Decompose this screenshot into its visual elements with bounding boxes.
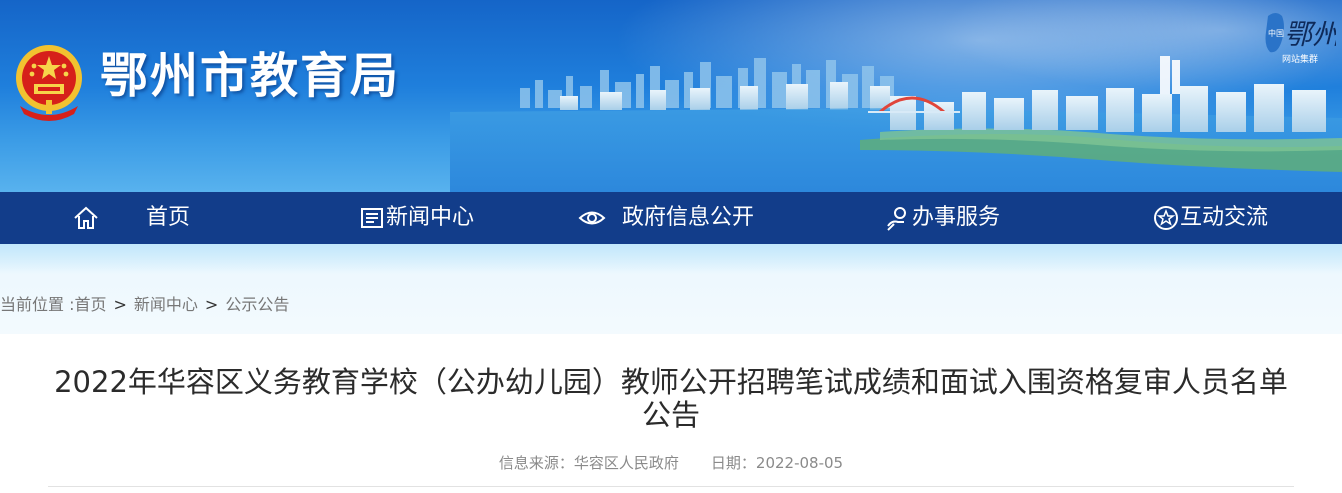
divider bbox=[48, 486, 1294, 487]
breadcrumb-separator: > bbox=[204, 295, 219, 314]
header-banner: 鄂州市教育局 中国 鄂州 网站集群 bbox=[0, 0, 1342, 192]
nav-label-interaction: 互动交流 bbox=[1180, 205, 1269, 230]
home-icon bbox=[74, 206, 98, 229]
national-emblem-logo bbox=[16, 45, 82, 121]
article-title: 2022年华容区义务教育学校（公办幼儿园）教师公开招聘笔试成绩和面试入围资格复审… bbox=[54, 365, 1288, 432]
newspaper-icon bbox=[361, 208, 383, 228]
source-label: 信息来源： bbox=[498, 454, 574, 472]
service-icon bbox=[887, 207, 906, 231]
corner-logo-text: 鄂州 bbox=[1284, 18, 1336, 51]
breadcrumb-home-link[interactable]: 首页 bbox=[74, 295, 106, 314]
corner-logo-sub-text: 网站集群 bbox=[1282, 53, 1318, 65]
ezhou-site-group-logo[interactable]: 中国 鄂州 网站集群 bbox=[1262, 6, 1336, 66]
breadcrumb-news-link[interactable]: 新闻中心 bbox=[134, 295, 198, 314]
nav-label-services: 办事服务 bbox=[912, 205, 1001, 230]
source-value: 华容区人民政府 bbox=[573, 454, 679, 472]
date-value: 2022-08-05 bbox=[755, 454, 844, 472]
nav-item-interaction[interactable]: 互动交流 bbox=[1152, 192, 1268, 244]
eye-icon bbox=[578, 211, 606, 225]
date-label: 日期： bbox=[710, 454, 756, 472]
breadcrumb: 当前位置 :首页 > 新闻中心 > 公示公告 bbox=[0, 294, 289, 316]
nav-item-news[interactable]: 新闻中心 bbox=[358, 192, 474, 244]
nav-label-home: 首页 bbox=[146, 205, 191, 230]
breadcrumb-separator: > bbox=[113, 295, 127, 314]
band-wave-decoration bbox=[0, 244, 1342, 274]
article-meta: 信息来源：华容区人民政府 日期：2022-08-05 bbox=[0, 453, 1342, 473]
main-nav: 首页 新闻中心 政府信息公开 办事服务 互动交流 bbox=[0, 192, 1342, 244]
nav-item-gov-info[interactable]: 政府信息公开 bbox=[576, 192, 754, 244]
nav-label-gov-info: 政府信息公开 bbox=[622, 205, 755, 230]
nav-item-services[interactable]: 办事服务 bbox=[884, 192, 1000, 244]
breadcrumb-band bbox=[0, 244, 1342, 334]
site-title: 鄂州市教育局 bbox=[100, 48, 401, 104]
breadcrumb-notice-link[interactable]: 公示公告 bbox=[225, 295, 289, 314]
breadcrumb-prefix: 当前位置 : bbox=[0, 295, 75, 314]
nav-item-home[interactable]: 首页 bbox=[72, 192, 190, 244]
star-icon bbox=[1154, 206, 1178, 230]
nav-label-news: 新闻中心 bbox=[386, 205, 475, 230]
corner-logo-side-text: 中国 bbox=[1268, 28, 1284, 38]
